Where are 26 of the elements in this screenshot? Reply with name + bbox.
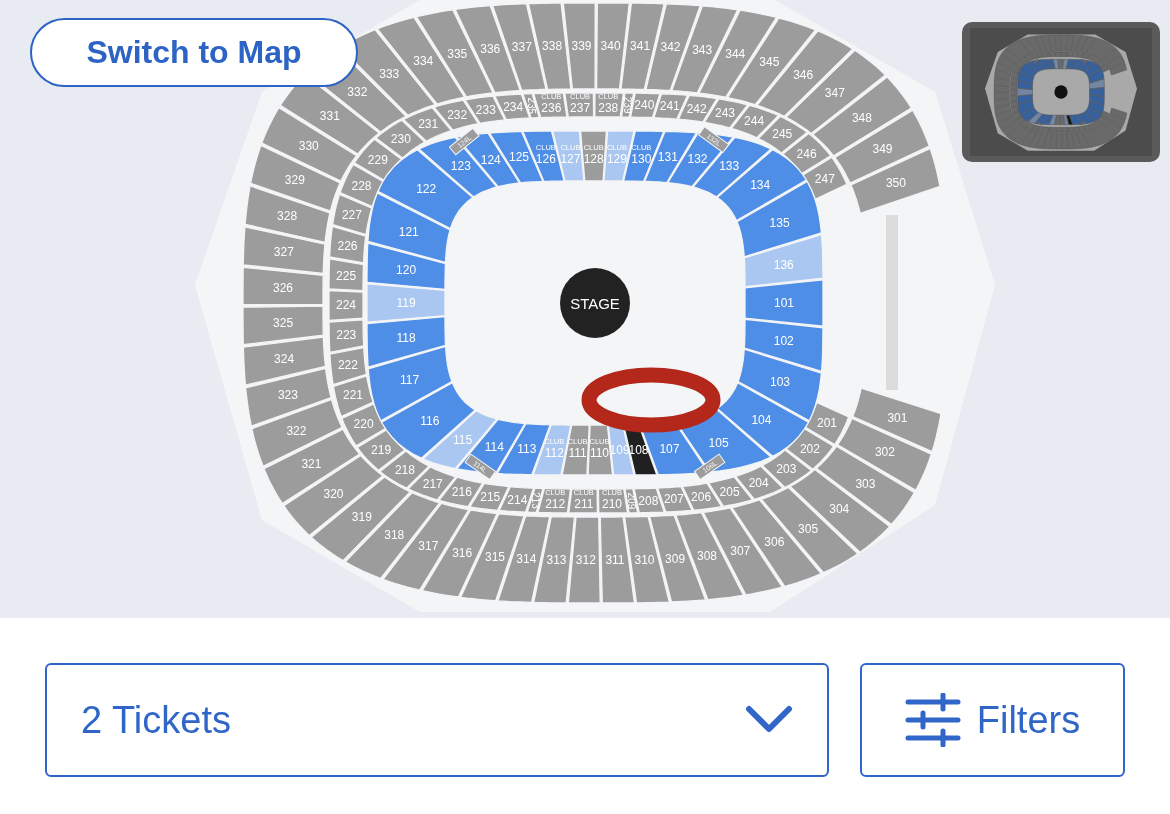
sliders-icon (904, 693, 961, 747)
switch-to-map-button[interactable]: Switch to Map (30, 18, 358, 87)
stage: STAGE (560, 268, 630, 338)
seat-section[interactable]: 119 (366, 283, 446, 323)
seat-section[interactable]: 118 (366, 316, 447, 369)
chevron-down-icon (745, 705, 793, 735)
seat-section[interactable]: 136 (743, 233, 824, 288)
seat-section[interactable]: 121 (367, 192, 451, 264)
seat-section[interactable]: 225 (328, 258, 365, 292)
seat-section[interactable]: 325 (242, 305, 324, 346)
seat-section[interactable]: 328 (244, 185, 331, 244)
seat-section[interactable]: 311 (599, 516, 636, 604)
seat-section[interactable]: 102 (743, 318, 824, 373)
seat-section[interactable]: 101 (744, 279, 824, 327)
seat-section[interactable]: 224 (328, 290, 364, 322)
seat-section[interactable]: 120 (366, 242, 447, 290)
ticket-quantity-value: 2 Tickets (81, 698, 231, 742)
seat-section[interactable]: 222 (329, 346, 368, 386)
seat-section[interactable]: 327 (242, 226, 326, 275)
filters-button[interactable]: Filters (860, 663, 1125, 777)
minimap-drawing[interactable] (962, 22, 1160, 162)
ticket-quantity-select[interactable]: 2 Tickets (45, 663, 829, 777)
seat-section[interactable]: 221 (332, 375, 374, 418)
seat-section[interactable]: 324 (242, 336, 327, 386)
seat-section[interactable]: 227 (331, 193, 373, 236)
seat-section[interactable]: 340 (595, 2, 631, 90)
